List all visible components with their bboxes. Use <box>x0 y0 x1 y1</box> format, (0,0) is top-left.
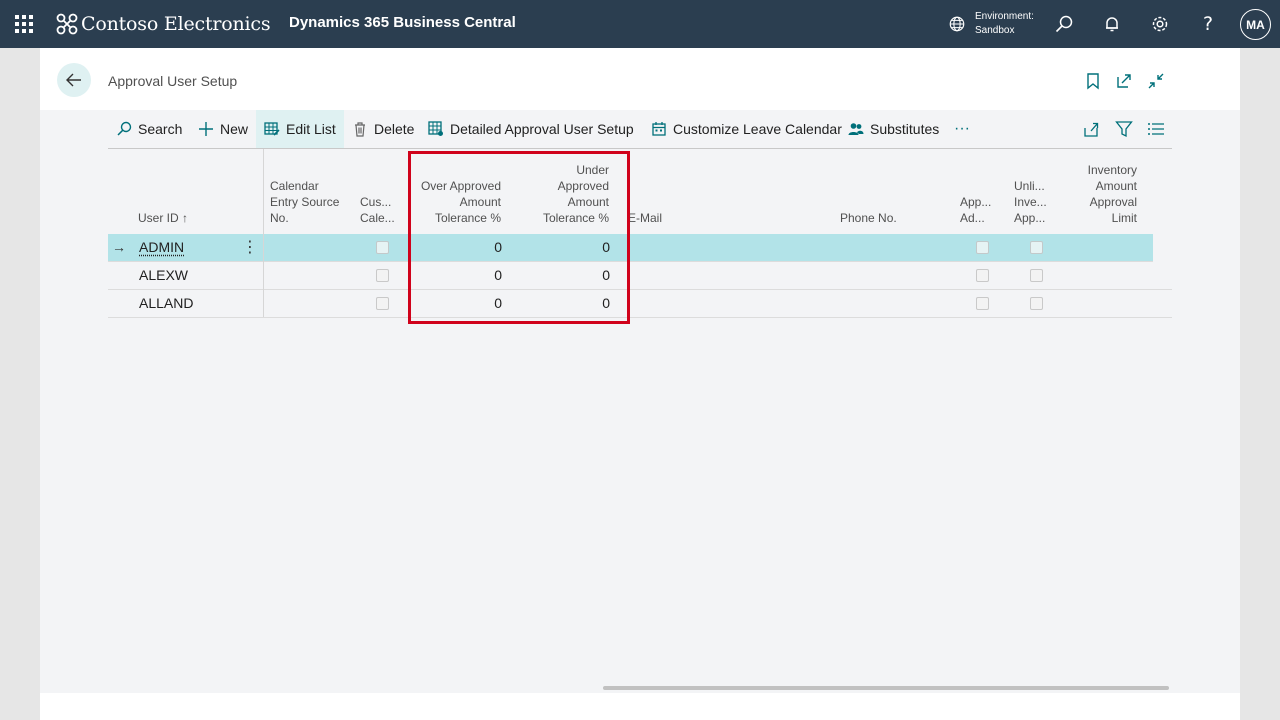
user-id-cell[interactable]: ALEXW <box>139 262 188 289</box>
substitutes-label: Substitutes <box>870 121 940 137</box>
user-id-cell[interactable]: ALLAND <box>139 290 193 317</box>
approval-admin-header-label: App... Ad... <box>960 195 992 225</box>
bookmark-icon[interactable] <box>1084 72 1102 90</box>
help-icon[interactable]: ? <box>1196 12 1220 36</box>
more-actions-button[interactable]: ··· <box>954 110 970 148</box>
company-name: Contoso Electronics <box>81 13 271 35</box>
plus-icon <box>199 122 213 136</box>
trash-icon <box>355 122 365 137</box>
page-title: Approval User Setup <box>108 73 238 89</box>
gear-icon[interactable] <box>1148 12 1172 36</box>
page-footer-strip <box>40 693 1240 720</box>
table-row[interactable]: ALEXW 0 0 <box>108 262 1172 290</box>
delete-label: Delete <box>374 121 415 137</box>
table-setup-icon <box>428 121 443 136</box>
column-header-approval-administrator[interactable]: App... Ad... <box>960 149 996 233</box>
column-header-calendar-entry-source[interactable]: Calendar Entry Source No. <box>270 149 350 233</box>
environment-indicator[interactable]: Environment: Sandbox <box>948 10 1034 38</box>
contoso-logo-icon <box>56 13 78 35</box>
column-header-customized-calendar[interactable]: Cus... Cale... <box>360 149 400 233</box>
edit-list-button[interactable]: Edit List <box>256 110 344 148</box>
customize-leave-calendar-button[interactable]: Customize Leave Calendar <box>651 110 842 148</box>
over-tolerance-cell[interactable]: 0 <box>413 234 502 261</box>
unlimited-inventory-checkbox[interactable] <box>1030 297 1043 310</box>
environment-label: Environment: <box>975 11 1034 22</box>
bell-icon[interactable] <box>1100 12 1124 36</box>
substitutes-button[interactable]: Substitutes <box>848 110 939 148</box>
unlimited-inventory-header-label: Unli... Inve... App... <box>1014 179 1047 225</box>
column-header-phone[interactable]: Phone No. <box>840 149 920 233</box>
new-label: New <box>220 121 249 137</box>
search-button[interactable]: Search <box>116 110 182 148</box>
product-name[interactable]: Dynamics 365 Business Central <box>289 14 516 31</box>
customize-calendar-label: Customize Leave Calendar <box>673 121 842 137</box>
column-header-over-approved-tolerance[interactable]: Over Approved Amount Tolerance % <box>413 149 501 233</box>
approval-admin-checkbox[interactable] <box>976 297 989 310</box>
column-header-email[interactable]: E-Mail <box>628 149 728 233</box>
user-id-header-label: User ID ↑ <box>138 211 189 225</box>
under-tolerance-cell[interactable]: 0 <box>523 262 610 289</box>
company-logo[interactable]: Contoso Electronics <box>55 10 271 38</box>
globe-icon <box>949 16 965 32</box>
over-tolerance-cell[interactable]: 0 <box>413 262 502 289</box>
under-tolerance-cell[interactable]: 0 <box>523 290 610 317</box>
open-new-window-icon[interactable] <box>1115 72 1133 90</box>
customized-calendar-checkbox[interactable] <box>376 241 389 254</box>
search-icon <box>117 121 132 136</box>
delete-button[interactable]: Delete <box>352 110 414 148</box>
search-icon[interactable] <box>1052 12 1076 36</box>
people-icon <box>848 123 864 135</box>
arrow-left-icon <box>66 73 81 87</box>
environment-value: Sandbox <box>975 25 1015 36</box>
search-label: Search <box>138 121 183 137</box>
unlimited-inventory-checkbox[interactable] <box>1030 269 1043 282</box>
action-bar: Search New Edit List Delete Detailed App… <box>108 110 1172 148</box>
new-button[interactable]: New <box>198 110 248 148</box>
under-tolerance-cell[interactable]: 0 <box>523 234 610 261</box>
user-avatar[interactable]: MA <box>1240 9 1271 40</box>
filter-icon[interactable] <box>1115 120 1133 138</box>
column-header-under-approved-tolerance[interactable]: Under Approved Amount Tolerance % <box>523 149 609 233</box>
row-more-options-icon[interactable]: ⋮ <box>242 234 258 261</box>
customized-calendar-checkbox[interactable] <box>376 297 389 310</box>
list-view-icon[interactable] <box>1147 120 1165 138</box>
unlimited-inventory-checkbox[interactable] <box>1030 241 1043 254</box>
column-header-inventory-amount-approval-limit[interactable]: Inventory Amount Approval Limit <box>1068 149 1137 233</box>
phone-header-label: Phone No. <box>840 211 897 225</box>
calendar-entry-header-label: Calendar Entry Source No. <box>270 179 340 225</box>
back-button[interactable] <box>57 63 91 97</box>
column-header-unlimited-inventory-approval[interactable]: Unli... Inve... App... <box>1014 149 1050 233</box>
over-tolerance-cell[interactable]: 0 <box>413 290 502 317</box>
inventory-limit-header-label: Inventory Amount Approval Limit <box>1087 163 1137 225</box>
calendar-icon <box>652 122 666 136</box>
horizontal-scrollbar[interactable] <box>603 686 1169 690</box>
detailed-label: Detailed Approval User Setup <box>450 121 634 137</box>
collapse-icon[interactable] <box>1147 72 1165 90</box>
email-header-label: E-Mail <box>628 211 663 225</box>
page-header: Approval User Setup <box>40 48 1240 110</box>
over-approved-header-label: Over Approved Amount Tolerance % <box>420 179 501 225</box>
edit-list-label: Edit List <box>286 121 336 137</box>
under-approved-header-label: Under Approved Amount Tolerance % <box>542 163 609 225</box>
app-top-bar: Contoso Electronics Dynamics 365 Busines… <box>0 0 1280 48</box>
app-launcher-icon[interactable] <box>14 14 34 34</box>
frozen-column-separator <box>263 149 264 317</box>
share-icon[interactable] <box>1082 120 1100 138</box>
customized-calendar-checkbox[interactable] <box>376 269 389 282</box>
approval-admin-checkbox[interactable] <box>976 241 989 254</box>
customized-calendar-header-label: Cus... Cale... <box>360 195 395 225</box>
column-header-user-id[interactable]: User ID ↑ <box>138 149 258 233</box>
detailed-approval-user-setup-button[interactable]: Detailed Approval User Setup <box>428 110 634 148</box>
current-row-arrow-icon: → <box>112 239 126 255</box>
edit-list-icon <box>264 122 280 136</box>
table-row[interactable]: ALLAND 0 0 <box>108 290 1172 318</box>
user-id-cell[interactable]: ADMIN <box>139 234 184 261</box>
table-row[interactable]: → ADMIN ⋮ 0 0 <box>108 234 1153 262</box>
approval-admin-checkbox[interactable] <box>976 269 989 282</box>
